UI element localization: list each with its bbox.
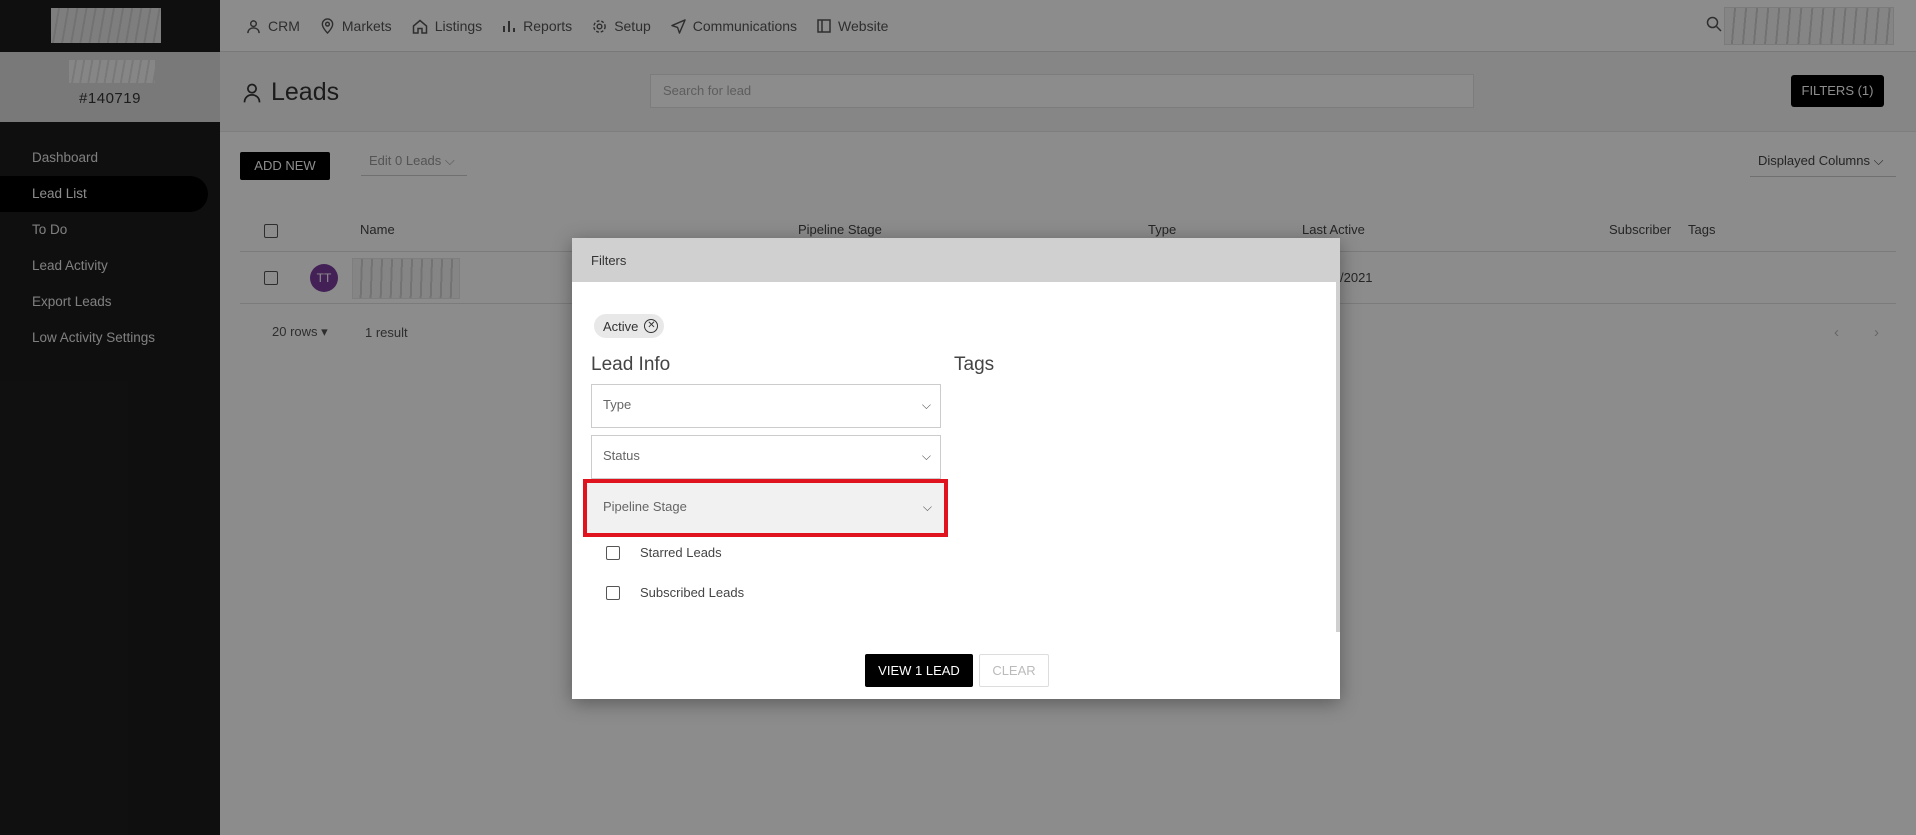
- status-select[interactable]: Status ⌵: [591, 435, 941, 479]
- subscribed-leads-checkbox[interactable]: [606, 585, 620, 600]
- clear-button[interactable]: CLEAR: [979, 654, 1049, 687]
- view-leads-button[interactable]: VIEW 1 LEAD: [865, 654, 973, 687]
- remove-chip-icon[interactable]: ✕: [644, 319, 659, 333]
- chevron-down-icon: ⌵: [921, 398, 931, 412]
- type-select[interactable]: Type ⌵: [591, 384, 941, 428]
- type-select-label: Type: [603, 397, 632, 412]
- pipeline-stage-select-label: Pipeline Stage: [603, 499, 687, 514]
- subscribed-leads-option[interactable]: Subscribed Leads: [606, 585, 744, 600]
- starred-leads-checkbox[interactable]: [606, 545, 620, 560]
- active-filter-label: Active: [603, 318, 639, 334]
- filters-modal: Filters Active ✕ Lead Info Tags Type ⌵ S…: [572, 238, 1340, 699]
- chevron-down-icon: ⌵: [921, 449, 931, 463]
- lead-info-title: Lead Info: [591, 354, 671, 375]
- pipeline-stage-select[interactable]: Pipeline Stage ⌵: [583, 479, 948, 537]
- subscribed-leads-label: Subscribed Leads: [640, 585, 745, 600]
- active-filter-chip: Active ✕: [594, 314, 665, 338]
- modal-scrollbar[interactable]: [1336, 282, 1340, 632]
- chevron-down-icon: ⌵: [922, 500, 932, 514]
- status-select-label: Status: [603, 448, 640, 463]
- modal-title: Filters: [572, 238, 1340, 282]
- starred-leads-option[interactable]: Starred Leads: [606, 545, 722, 560]
- tags-title: Tags: [954, 354, 995, 375]
- starred-leads-label: Starred Leads: [640, 545, 722, 560]
